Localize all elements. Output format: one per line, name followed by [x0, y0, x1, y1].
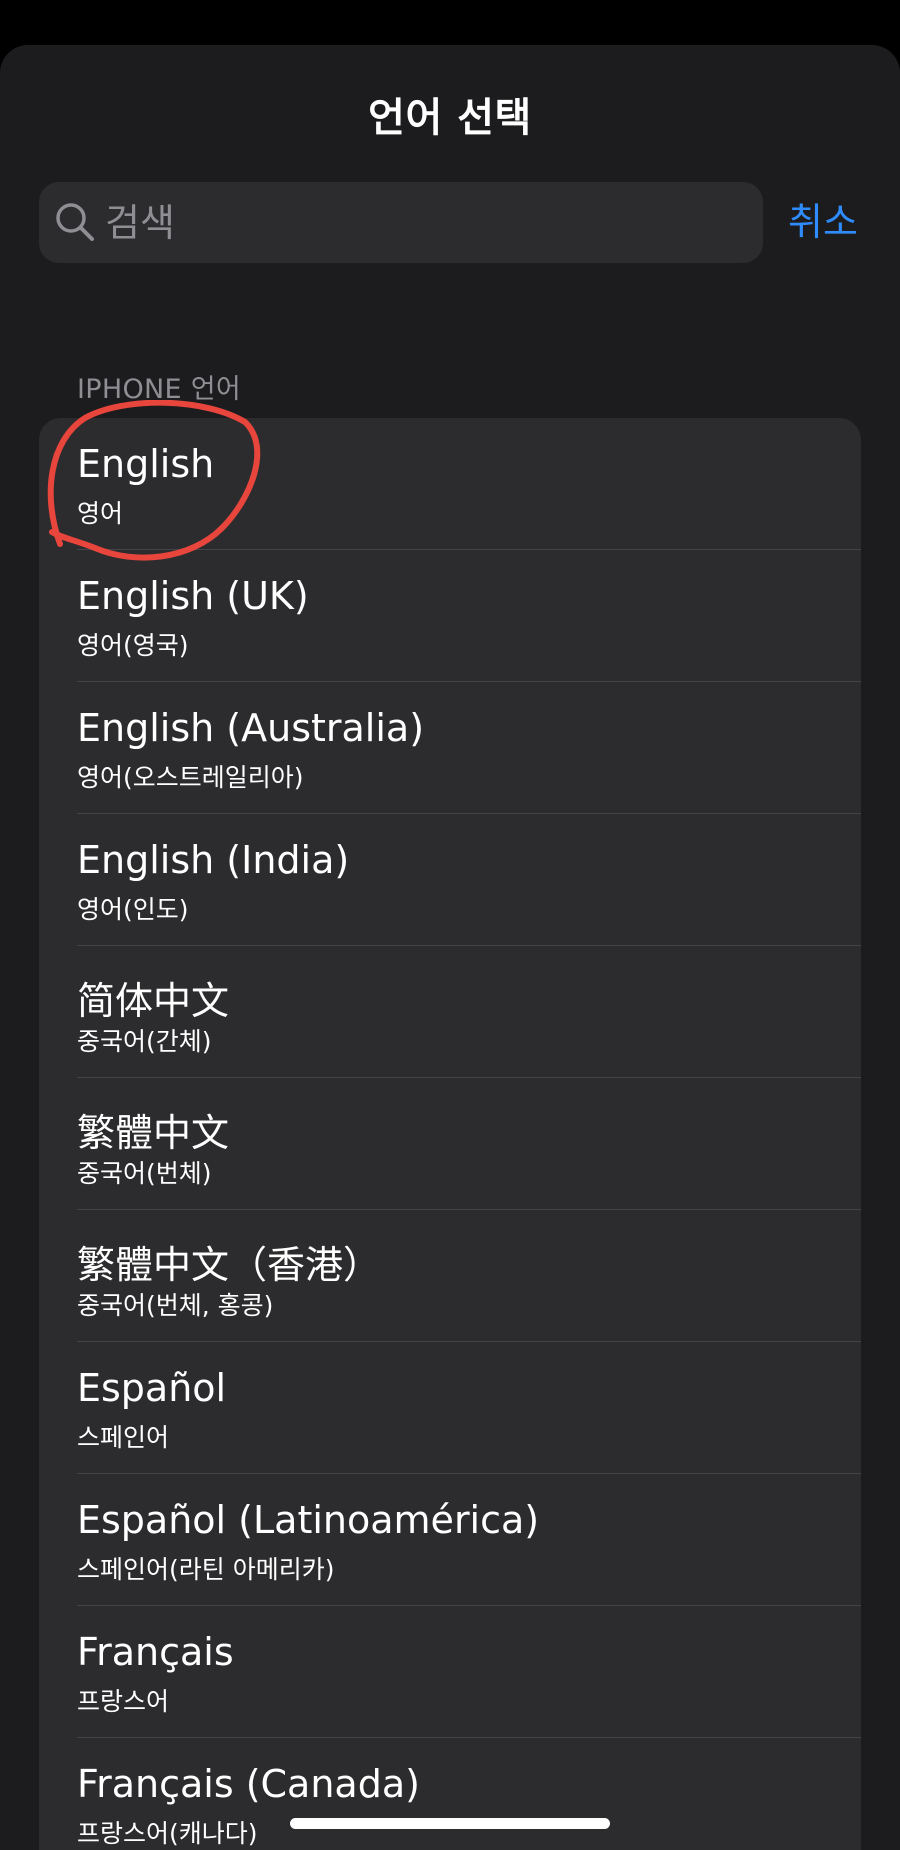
language-row[interactable]: English 영어: [39, 418, 861, 550]
language-subtitle: 스페인어(라틴 아메리카): [77, 1555, 335, 1584]
language-subtitle: 프랑스어(캐나다): [77, 1819, 258, 1848]
search-bar[interactable]: [39, 182, 763, 263]
language-subtitle: 중국어(간체): [77, 1027, 212, 1056]
language-name: 繁體中文: [77, 1111, 230, 1155]
language-name: Français: [77, 1630, 234, 1674]
language-subtitle: 영어(오스트레일리아): [77, 763, 304, 792]
cancel-button[interactable]: 취소: [788, 195, 858, 251]
language-picker-sheet: 언어 선택 취소 IPHONE 언어 English 영어 English (UK)…: [0, 45, 900, 1850]
language-subtitle: 스페인어: [77, 1423, 170, 1452]
page-title: 언어 선택: [368, 95, 532, 141]
language-row[interactable]: Français 프랑스어: [39, 1606, 861, 1738]
language-name: Français (Canada): [77, 1762, 420, 1806]
language-row[interactable]: Español 스페인어: [39, 1342, 861, 1474]
language-name: English (India): [77, 838, 350, 882]
language-subtitle: 영어(인도): [77, 895, 189, 924]
search-icon: [56, 203, 94, 241]
language-subtitle: 중국어(번체): [77, 1159, 212, 1188]
language-name: English (UK): [77, 574, 309, 618]
language-subtitle: 프랑스어: [77, 1687, 170, 1716]
language-row[interactable]: English (Australia) 영어(오스트레일리아): [39, 682, 861, 814]
language-subtitle: 중국어(번체, 홍콩): [77, 1291, 274, 1320]
language-row[interactable]: English (India) 영어(인도): [39, 814, 861, 946]
language-row[interactable]: 简体中文 중국어(간체): [39, 946, 861, 1078]
language-row[interactable]: 繁體中文 중국어(번체): [39, 1078, 861, 1210]
language-name: Español: [77, 1366, 227, 1410]
home-indicator[interactable]: [290, 1818, 610, 1829]
language-name: 简体中文: [77, 979, 230, 1023]
language-name: Español (Latinoamérica): [77, 1498, 540, 1542]
language-row[interactable]: English (UK) 영어(영국): [39, 550, 861, 682]
section-header: IPHONE 언어: [77, 374, 242, 405]
language-row[interactable]: Français (Canada) 프랑스어(캐나다): [39, 1738, 861, 1850]
language-row[interactable]: Español (Latinoamérica) 스페인어(라틴 아메리카): [39, 1474, 861, 1606]
language-name: 繁體中文（香港）: [77, 1243, 382, 1287]
language-name: English: [77, 442, 215, 486]
language-subtitle: 영어: [77, 499, 124, 528]
language-row[interactable]: 繁體中文（香港） 중국어(번체, 홍콩): [39, 1210, 861, 1342]
language-name: English (Australia): [77, 706, 425, 750]
search-input[interactable]: [105, 182, 745, 263]
language-subtitle: 영어(영국): [77, 631, 189, 660]
language-list: English 영어 English (UK) 영어(영국) English (Aust…: [39, 418, 861, 1850]
